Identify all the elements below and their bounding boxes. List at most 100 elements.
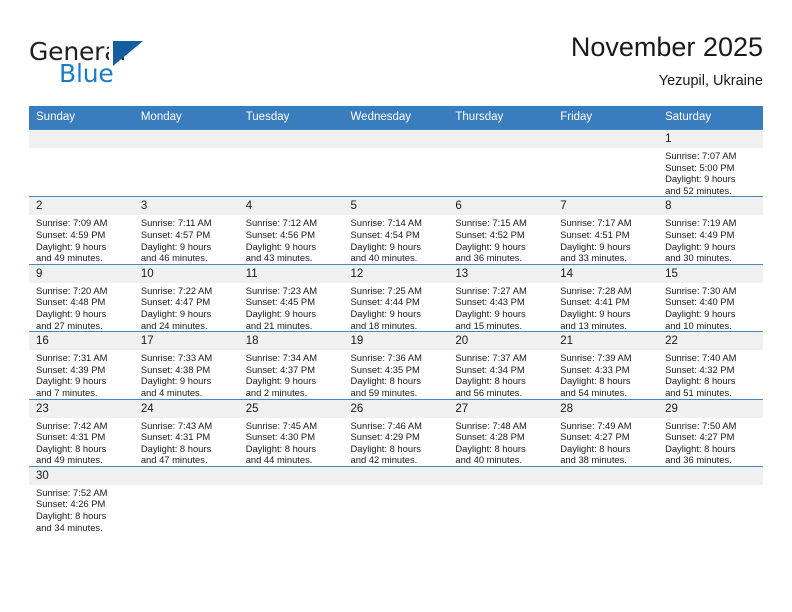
day-number <box>238 466 344 485</box>
calendar-day-cell[interactable]: 14 Sunrise: 7:28 AM Sunset: 4:41 PM Dayligh… <box>553 263 659 332</box>
day-info: Sunrise: 7:46 AM Sunset: 4:29 PM Daylight:… <box>344 418 449 466</box>
sunset-text: Sunset: 4:27 PM <box>560 431 630 443</box>
day-cell-inner <box>238 466 344 533</box>
day-info: Sunrise: 7:42 AM Sunset: 4:31 PM Daylight:… <box>29 418 134 466</box>
calendar-day-cell-empty <box>553 465 659 534</box>
daylight-2-text: and 49 minutes. <box>36 454 103 466</box>
calendar-day-cell[interactable]: 28 Sunrise: 7:49 AM Sunset: 4:27 PM Dayligh… <box>553 398 659 467</box>
calendar-day-cell[interactable]: 4 Sunrise: 7:12 AM Sunset: 4:56 PM Daylight… <box>238 196 344 265</box>
calendar-day-cell[interactable]: 16 Sunrise: 7:31 AM Sunset: 4:39 PM Dayligh… <box>29 331 134 399</box>
calendar-day-cell[interactable]: 13 Sunrise: 7:27 AM Sunset: 4:43 PM Dayligh… <box>448 263 554 332</box>
day-cell-inner: 17 Sunrise: 7:33 AM Sunset: 4:38 PM Dayligh… <box>133 332 239 398</box>
day-number: 5 <box>343 197 449 216</box>
day-info: Sunrise: 7:07 AM Sunset: 5:00 PM Daylight:… <box>658 148 763 196</box>
day-cell-inner: 8 Sunrise: 7:19 AM Sunset: 4:49 PM Daylight… <box>658 197 763 263</box>
daylight-2-text: and 13 minutes. <box>560 319 627 331</box>
sunset-text: Sunset: 4:47 PM <box>140 296 211 308</box>
day-info: Sunrise: 7:34 AM Sunset: 4:37 PM Daylight:… <box>239 350 344 398</box>
day-number: 13 <box>448 264 554 283</box>
sunset-text: Sunset: 4:52 PM <box>455 228 525 240</box>
calendar-day-cell[interactable]: 3 Sunrise: 7:11 AM Sunset: 4:57 PM Daylight… <box>133 196 239 265</box>
calendar-day-cell[interactable]: 2 Sunrise: 7:09 AM Sunset: 4:59 PM Daylight… <box>29 196 134 265</box>
daylight-1-text: Daylight: 9 hours <box>350 307 421 319</box>
calendar-day-cell[interactable]: 9 Sunrise: 7:20 AM Sunset: 4:48 PM Daylight… <box>29 263 134 332</box>
day-info: Sunrise: 7:14 AM Sunset: 4:54 PM Daylight:… <box>344 215 449 263</box>
calendar-day-cell[interactable]: 26 Sunrise: 7:46 AM Sunset: 4:29 PM Dayligh… <box>343 398 449 467</box>
day-info: Sunrise: 7:52 AM Sunset: 4:26 PM Daylight:… <box>29 485 134 533</box>
day-number: 28 <box>553 399 659 418</box>
sunrise-text: Sunrise: 7:52 AM <box>36 486 108 498</box>
day-cell-inner: 4 Sunrise: 7:12 AM Sunset: 4:56 PM Daylight… <box>238 197 344 263</box>
calendar-day-cell[interactable]: 6 Sunrise: 7:15 AM Sunset: 4:52 PM Daylight… <box>448 196 554 265</box>
calendar-day-cell[interactable]: 24 Sunrise: 7:43 AM Sunset: 4:31 PM Dayligh… <box>133 398 239 467</box>
calendar-day-cell[interactable]: 27 Sunrise: 7:48 AM Sunset: 4:28 PM Dayligh… <box>448 398 554 467</box>
sunset-text: Sunset: 4:30 PM <box>245 431 315 443</box>
day-info: Sunrise: 7:25 AM Sunset: 4:44 PM Daylight:… <box>344 283 449 331</box>
daylight-1-text: Daylight: 8 hours <box>455 442 526 454</box>
calendar-day-cell[interactable]: 15 Sunrise: 7:30 AM Sunset: 4:40 PM Dayligh… <box>658 263 763 332</box>
day-cell-inner <box>553 466 659 533</box>
day-info: Sunrise: 7:20 AM Sunset: 4:48 PM Daylight:… <box>29 283 134 331</box>
calendar-day-cell-empty <box>658 465 763 534</box>
calendar-day-cell[interactable]: 29 Sunrise: 7:50 AM Sunset: 4:27 PM Dayligh… <box>658 398 763 467</box>
day-number: 26 <box>343 399 449 418</box>
calendar-day-cell[interactable]: 19 Sunrise: 7:36 AM Sunset: 4:35 PM Dayligh… <box>343 331 449 399</box>
day-cell-inner: 15 Sunrise: 7:30 AM Sunset: 4:40 PM Dayligh… <box>658 264 763 331</box>
day-cell-inner: 6 Sunrise: 7:15 AM Sunset: 4:52 PM Daylight… <box>448 197 554 263</box>
sunset-text: Sunset: 4:26 PM <box>36 498 106 510</box>
sunrise-text: Sunrise: 7:12 AM <box>245 217 318 229</box>
calendar-day-cell[interactable]: 25 Sunrise: 7:45 AM Sunset: 4:30 PM Dayligh… <box>238 398 344 467</box>
day-cell-inner: 26 Sunrise: 7:46 AM Sunset: 4:29 PM Dayligh… <box>343 399 449 466</box>
sunrise-text: Sunrise: 7:42 AM <box>36 419 108 431</box>
calendar-day-cell[interactable]: 30 Sunrise: 7:52 AM Sunset: 4:26 PM Dayligh… <box>29 465 134 534</box>
calendar-day-cell[interactable]: 1 Sunrise: 7:07 AM Sunset: 5:00 PM Daylight… <box>658 128 763 197</box>
calendar-day-cell[interactable]: 18 Sunrise: 7:34 AM Sunset: 4:37 PM Dayligh… <box>238 331 344 399</box>
calendar-day-cell[interactable]: 8 Sunrise: 7:19 AM Sunset: 4:49 PM Daylight… <box>658 196 763 265</box>
daylight-1-text: Daylight: 9 hours <box>560 240 631 252</box>
day-info: Sunrise: 7:49 AM Sunset: 4:27 PM Daylight:… <box>553 418 658 466</box>
daylight-2-text: and 24 minutes. <box>140 319 208 331</box>
sunrise-text: Sunrise: 7:07 AM <box>665 150 737 161</box>
calendar-day-cell[interactable]: 10 Sunrise: 7:22 AM Sunset: 4:47 PM Dayligh… <box>133 263 239 332</box>
day-number <box>448 466 554 485</box>
calendar-day-cell-empty <box>133 465 239 534</box>
day-number: 8 <box>658 197 763 216</box>
day-info: Sunrise: 7:30 AM Sunset: 4:40 PM Daylight:… <box>658 283 763 331</box>
day-cell-inner: 10 Sunrise: 7:22 AM Sunset: 4:47 PM Dayligh… <box>133 264 239 331</box>
sunrise-text: Sunrise: 7:40 AM <box>665 352 737 364</box>
day-info: Sunrise: 7:17 AM Sunset: 4:51 PM Daylight:… <box>553 215 658 263</box>
calendar-day-cell[interactable]: 20 Sunrise: 7:37 AM Sunset: 4:34 PM Dayligh… <box>448 331 554 399</box>
general-blue-logo[interactable]: General Blue <box>29 38 219 90</box>
day-cell-inner <box>343 130 449 196</box>
sunset-text: Sunset: 4:33 PM <box>560 363 630 375</box>
sunset-text: Sunset: 4:56 PM <box>245 228 315 240</box>
sunrise-text: Sunrise: 7:17 AM <box>560 217 632 229</box>
daylight-2-text: and 2 minutes. <box>245 386 308 398</box>
daylight-1-text: Daylight: 9 hours <box>665 240 736 252</box>
day-info: Sunrise: 7:37 AM Sunset: 4:34 PM Daylight:… <box>448 350 553 398</box>
calendar-day-cell[interactable]: 22 Sunrise: 7:40 AM Sunset: 4:32 PM Dayligh… <box>658 331 763 399</box>
calendar-day-cell[interactable]: 12 Sunrise: 7:25 AM Sunset: 4:44 PM Dayligh… <box>343 263 449 332</box>
calendar-day-cell[interactable]: 11 Sunrise: 7:23 AM Sunset: 4:45 PM Dayligh… <box>238 263 344 332</box>
calendar-day-cell[interactable]: 5 Sunrise: 7:14 AM Sunset: 4:54 PM Daylight… <box>343 196 449 265</box>
sunrise-text: Sunrise: 7:19 AM <box>665 217 737 229</box>
calendar-body: 1 Sunrise: 7:07 AM Sunset: 5:00 PM Daylight… <box>29 128 763 534</box>
daylight-2-text: and 51 minutes. <box>665 386 732 398</box>
day-info: Sunrise: 7:31 AM Sunset: 4:39 PM Daylight:… <box>29 350 134 398</box>
day-info: Sunrise: 7:28 AM Sunset: 4:41 PM Daylight:… <box>553 283 658 331</box>
calendar-day-cell[interactable]: 17 Sunrise: 7:33 AM Sunset: 4:38 PM Dayligh… <box>133 331 239 399</box>
sunrise-sunset-calendar: Sunday Monday Tuesday Wednesday Thursday… <box>29 106 763 534</box>
day-info: Sunrise: 7:33 AM Sunset: 4:38 PM Daylight:… <box>134 350 239 398</box>
day-cell-inner: 25 Sunrise: 7:45 AM Sunset: 4:30 PM Dayligh… <box>238 399 344 466</box>
calendar-day-cell[interactable]: 21 Sunrise: 7:39 AM Sunset: 4:33 PM Dayligh… <box>553 331 659 399</box>
day-number <box>448 130 554 148</box>
day-info: Sunrise: 7:12 AM Sunset: 4:56 PM Daylight:… <box>239 215 344 263</box>
calendar-day-cell-empty <box>238 128 344 197</box>
sunrise-text: Sunrise: 7:15 AM <box>455 217 527 229</box>
day-info: Sunrise: 7:19 AM Sunset: 4:49 PM Daylight:… <box>658 215 763 263</box>
calendar-day-cell[interactable]: 7 Sunrise: 7:17 AM Sunset: 4:51 PM Daylight… <box>553 196 659 265</box>
calendar-day-cell[interactable]: 23 Sunrise: 7:42 AM Sunset: 4:31 PM Dayligh… <box>29 398 134 467</box>
daylight-2-text: and 15 minutes. <box>455 319 523 331</box>
day-number: 11 <box>238 264 344 283</box>
sunset-text: Sunset: 4:39 PM <box>36 363 106 375</box>
